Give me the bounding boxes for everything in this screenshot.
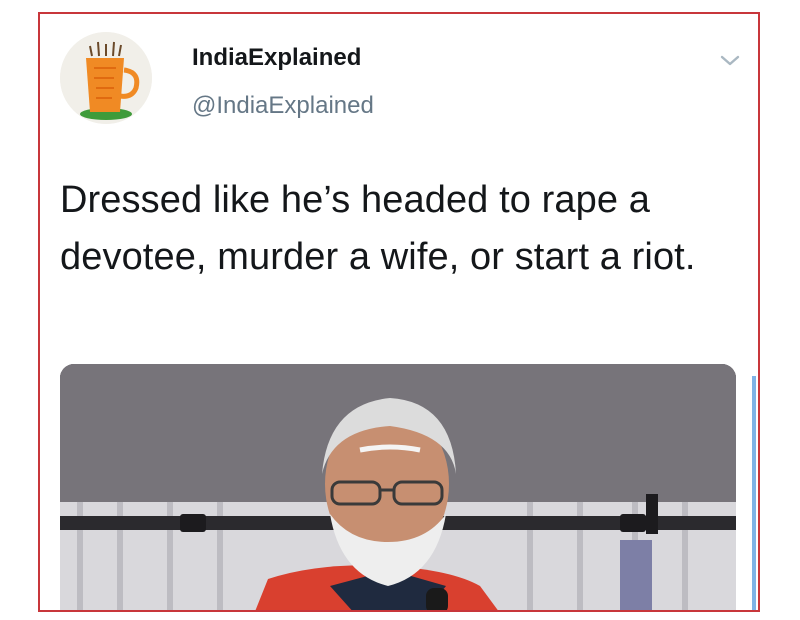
display-name[interactable]: IndiaExplained — [192, 44, 361, 72]
photo-image — [60, 364, 736, 610]
tweet-media-photo[interactable] — [60, 364, 736, 610]
tweet-text: Dressed like he’s headed to rape a devot… — [60, 179, 696, 278]
avatar[interactable] — [60, 32, 152, 124]
orange-cup-logo-icon — [60, 32, 152, 124]
scroll-indicator[interactable] — [752, 376, 756, 610]
chevron-down-icon[interactable] — [718, 52, 742, 70]
user-handle[interactable]: @IndiaExplained — [192, 92, 374, 120]
tweet-card[interactable]: IndiaExplained @IndiaExplained Dressed l… — [38, 12, 760, 612]
